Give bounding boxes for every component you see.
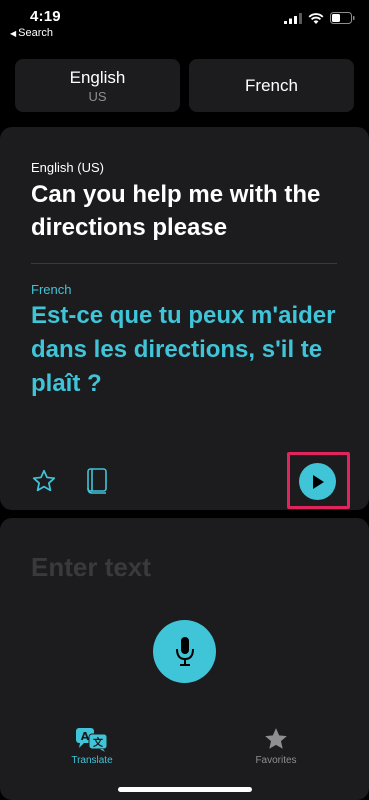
translated-text[interactable]: Est-ce que tu peux m'aider dans les dire… (31, 299, 346, 401)
wifi-icon (308, 12, 324, 24)
dictionary-button[interactable] (86, 467, 108, 495)
source-text[interactable]: Can you help me with the directions plea… (31, 178, 331, 244)
tab-favorites-label: Favorites (255, 755, 297, 766)
status-icons (284, 12, 355, 24)
book-icon (87, 468, 107, 494)
favorite-button[interactable] (31, 468, 57, 494)
back-arrow-icon: ◀ (10, 29, 17, 38)
target-language-button[interactable]: French (189, 59, 354, 112)
microphone-icon (175, 636, 194, 666)
tab-translate-label: Translate (71, 755, 113, 766)
source-language-name: English (69, 67, 126, 87)
svg-text:A: A (81, 730, 90, 743)
tab-favorites[interactable]: Favorites (226, 726, 326, 766)
divider (31, 263, 337, 264)
back-to-search-link[interactable]: ◀ Search (10, 27, 53, 39)
source-language-button[interactable]: English US (15, 59, 180, 112)
star-filled-icon (265, 728, 287, 749)
star-icon (32, 469, 56, 492)
translate-icon: A 文 (76, 728, 108, 752)
status-time: 4:19 (30, 8, 61, 25)
play-icon (312, 474, 324, 489)
home-indicator (118, 787, 252, 792)
cellular-signal-icon (284, 12, 302, 24)
translation-card: English (US) Can you help me with the di… (0, 127, 369, 510)
source-language-label: English (US) (31, 160, 104, 175)
source-language-region: US (88, 88, 107, 104)
text-input[interactable]: Enter text (31, 552, 151, 583)
target-language-label: French (31, 282, 72, 297)
battery-icon (330, 12, 355, 24)
back-label: Search (18, 27, 54, 39)
microphone-button[interactable] (153, 620, 216, 683)
play-translation-button[interactable] (299, 463, 336, 500)
svg-text:文: 文 (93, 736, 104, 749)
status-bar: 4:19 ◀ Search (0, 0, 369, 44)
target-language-name: French (245, 75, 298, 95)
tab-translate[interactable]: A 文 Translate (42, 726, 142, 766)
